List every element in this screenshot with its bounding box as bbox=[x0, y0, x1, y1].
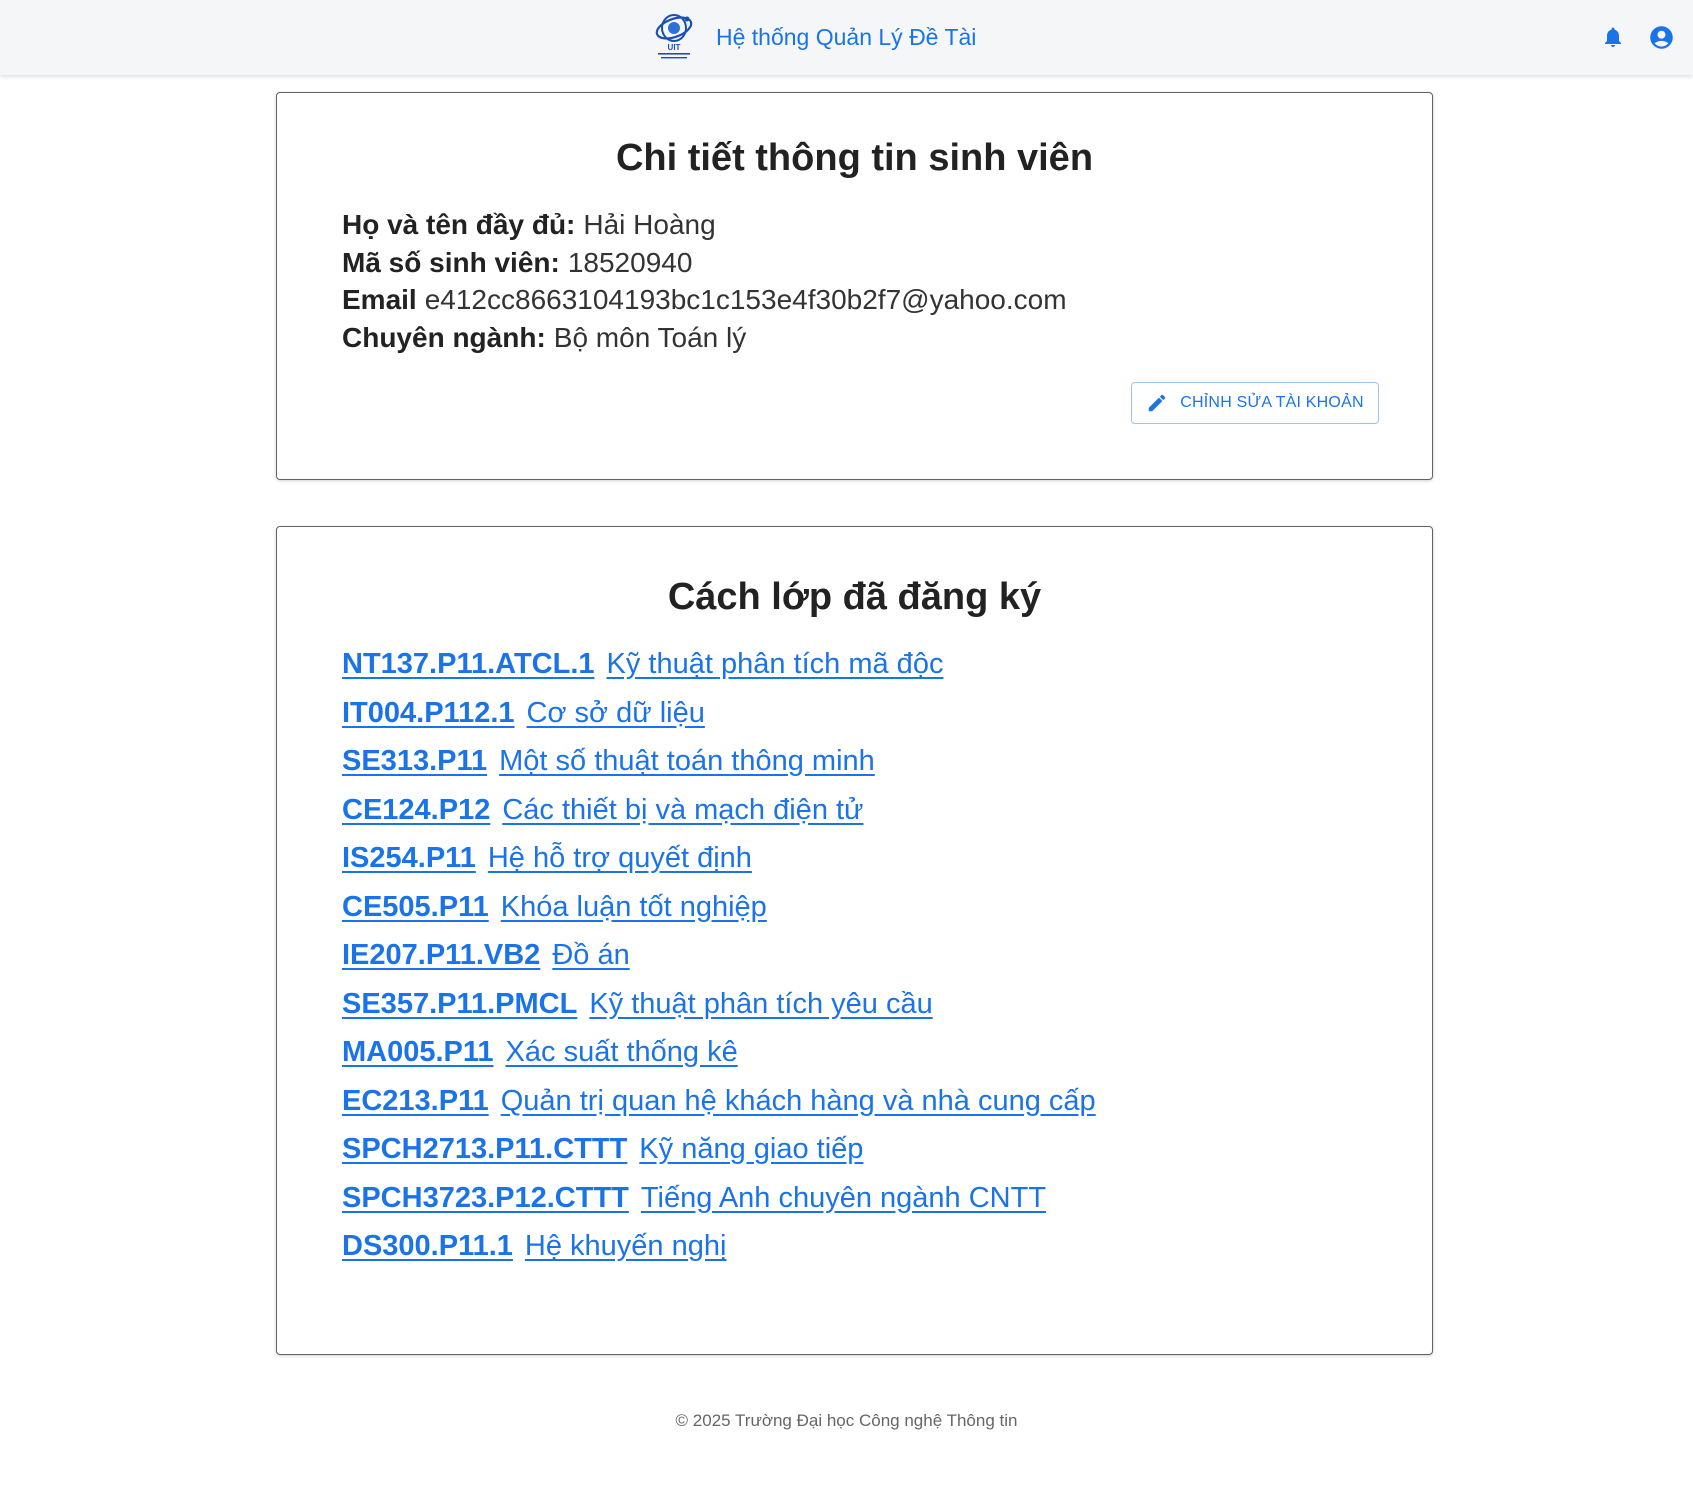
list-item: CE505.P11 Khóa luận tốt nghiệp bbox=[342, 883, 1096, 932]
class-name-link[interactable]: Các thiết bị và mạch điện tử bbox=[502, 794, 863, 826]
class-name-link[interactable]: Kỹ năng giao tiếp bbox=[639, 1133, 863, 1165]
uit-logo-icon: UIT bbox=[655, 14, 693, 59]
class-code-link[interactable]: SE357.P11.PMCL bbox=[342, 988, 577, 1020]
class-name-link[interactable]: Hệ hỗ trợ quyết định bbox=[488, 842, 752, 874]
class-code-link[interactable]: SE313.P11 bbox=[342, 745, 487, 777]
list-item: SPCH3723.P12.CTTT Tiếng Anh chuyên ngành … bbox=[342, 1174, 1096, 1223]
edit-account-button[interactable]: CHỈNH SỬA TÀI KHOẢN bbox=[1131, 382, 1379, 424]
list-item: SE357.P11.PMCL Kỹ thuật phân tích yêu cầu bbox=[342, 980, 1096, 1029]
class-code-link[interactable]: DS300.P11.1 bbox=[342, 1230, 513, 1262]
list-item: IS254.P11 Hệ hỗ trợ quyết định bbox=[342, 834, 1096, 883]
info-value: e412cc8663104193bc1c153e4f30b2f7@yahoo.c… bbox=[424, 284, 1067, 315]
class-name-link[interactable]: Đồ án bbox=[552, 939, 629, 971]
svg-text:UIT: UIT bbox=[668, 43, 681, 52]
class-code-link[interactable]: NT137.P11.ATCL.1 bbox=[342, 648, 595, 680]
list-item: NT137.P11.ATCL.1 Kỹ thuật phân tích mã độ… bbox=[342, 640, 1096, 689]
info-label: Mã số sinh viên: bbox=[342, 246, 560, 278]
class-name-link[interactable]: Xác suất thống kê bbox=[506, 1036, 738, 1068]
registered-classes-card: Cách lớp đã đăng ký NT137.P11.ATCL.1 Kỹ t… bbox=[276, 526, 1433, 1355]
class-code-link[interactable]: SPCH2713.P11.CTTT bbox=[342, 1133, 627, 1165]
pencil-icon bbox=[1149, 394, 1166, 412]
list-item: SE313.P11 Một số thuật toán thông minh bbox=[342, 737, 1096, 786]
class-code-link[interactable]: CE124.P12 bbox=[342, 794, 490, 826]
info-row-major: Chuyên ngành: Bộ môn Toán lý bbox=[342, 319, 1067, 357]
info-row-student-id: Mã số sinh viên: 18520940 bbox=[342, 244, 1067, 282]
edit-account-label: CHỈNH SỬA TÀI KHOẢN bbox=[1180, 394, 1364, 411]
list-item: IE207.P11.VB2 Đồ án bbox=[342, 931, 1096, 980]
info-label: Chuyên ngành: bbox=[342, 321, 546, 353]
class-code-link[interactable]: EC213.P11 bbox=[342, 1085, 489, 1117]
app-bar: UIT Hệ thống Quản Lý Đề Tài bbox=[0, 0, 1693, 75]
class-name-link[interactable]: Quản trị quan hệ khách hàng và nhà cung … bbox=[501, 1085, 1096, 1117]
list-item: CE124.P12 Các thiết bị và mạch điện tử bbox=[342, 786, 1096, 835]
class-name-link[interactable]: Một số thuật toán thông minh bbox=[499, 745, 875, 777]
notification-bell-icon[interactable] bbox=[1599, 20, 1627, 54]
class-name-link[interactable]: Cơ sở dữ liệu bbox=[527, 697, 705, 729]
info-row-full-name: Họ và tên đầy đủ: Hải Hoàng bbox=[342, 206, 1067, 244]
class-code-link[interactable]: CE505.P11 bbox=[342, 891, 489, 923]
info-value: Hải Hoàng bbox=[583, 209, 716, 240]
top-actions bbox=[1599, 20, 1675, 54]
brand-home-link[interactable]: UIT Hệ thống Quản Lý Đề Tài bbox=[652, 12, 976, 62]
class-name-link[interactable]: Kỹ thuật phân tích yêu cầu bbox=[589, 988, 932, 1020]
list-item: MA005.P11 Xác suất thống kê bbox=[342, 1028, 1096, 1077]
student-info-card: Chi tiết thông tin sinh viên Họ và tên đ… bbox=[276, 92, 1433, 480]
list-item: IT004.P112.1 Cơ sở dữ liệu bbox=[342, 689, 1096, 738]
class-list: NT137.P11.ATCL.1 Kỹ thuật phân tích mã độ… bbox=[342, 640, 1096, 1271]
class-code-link[interactable]: IE207.P11.VB2 bbox=[342, 939, 540, 971]
class-code-link[interactable]: MA005.P11 bbox=[342, 1036, 494, 1068]
student-info-list: Họ và tên đầy đủ: Hải Hoàng Mã số sinh vi… bbox=[342, 206, 1067, 356]
account-circle-icon[interactable] bbox=[1647, 20, 1675, 54]
info-value: Bộ môn Toán lý bbox=[553, 321, 747, 353]
list-item: SPCH2713.P11.CTTT Kỹ năng giao tiếp bbox=[342, 1125, 1096, 1174]
class-name-link[interactable]: Tiếng Anh chuyên ngành CNTT bbox=[641, 1182, 1046, 1214]
class-name-link[interactable]: Khóa luận tốt nghiệp bbox=[501, 891, 767, 923]
footer-copyright: © 2025 Trường Đại học Công nghệ Thông ti… bbox=[675, 1411, 1018, 1430]
info-label: Email bbox=[342, 284, 417, 315]
class-code-link[interactable]: IT004.P112.1 bbox=[342, 697, 515, 729]
info-label: Họ và tên đầy đủ: bbox=[342, 209, 576, 240]
student-info-title: Chi tiết thông tin sinh viên bbox=[615, 137, 1094, 179]
class-name-link[interactable]: Kỹ thuật phân tích mã độc bbox=[607, 648, 944, 680]
class-code-link[interactable]: SPCH3723.P12.CTTT bbox=[342, 1182, 629, 1214]
list-item: EC213.P11 Quản trị quan hệ khách hàng và … bbox=[342, 1077, 1096, 1126]
app-title: Hệ thống Quản Lý Đề Tài bbox=[716, 23, 977, 50]
class-name-link[interactable]: Hệ khuyến nghị bbox=[525, 1230, 727, 1262]
info-value: 18520940 bbox=[567, 246, 693, 278]
registered-classes-title: Cách lớp đã đăng ký bbox=[667, 576, 1042, 618]
list-item: DS300.P11.1 Hệ khuyến nghị bbox=[342, 1222, 1096, 1271]
info-row-email: Email e412cc8663104193bc1c153e4f30b2f7@ya… bbox=[342, 281, 1067, 319]
class-code-link[interactable]: IS254.P11 bbox=[342, 842, 476, 874]
